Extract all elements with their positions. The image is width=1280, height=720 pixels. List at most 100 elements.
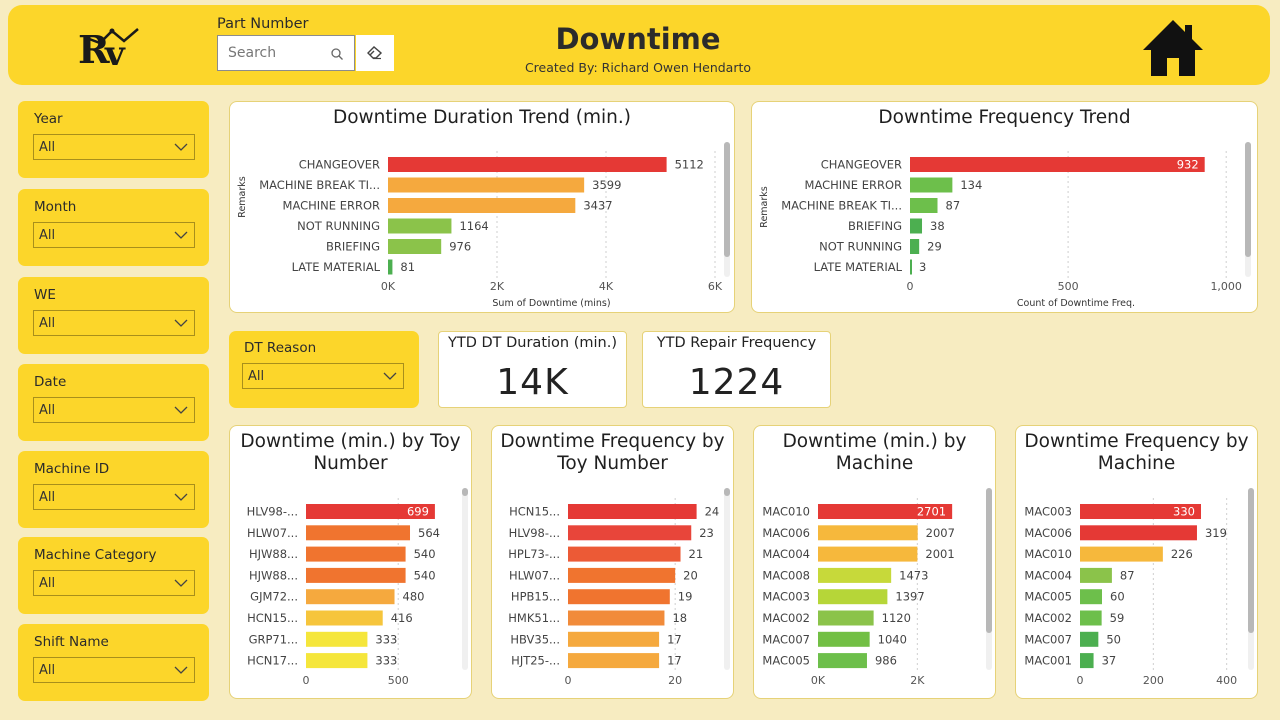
chart-duration-trend: Downtime Duration Trend (min.) 0K 2K 4K 6K C… — [229, 101, 735, 313]
category-label: LATE MATERIAL — [814, 260, 903, 274]
bar — [388, 177, 585, 193]
machine-id-dropdown[interactable]: All — [33, 484, 195, 510]
category-label: HPL73-... — [508, 547, 560, 561]
slicer-label: DT Reason — [244, 340, 317, 356]
part-number-search[interactable] — [217, 35, 355, 71]
data-label: 87 — [946, 199, 961, 213]
dropdown-value: All — [39, 316, 56, 331]
x-tick-label: 200 — [1143, 674, 1164, 687]
x-tick-label: 400 — [1216, 674, 1237, 687]
data-label: 134 — [960, 178, 982, 192]
slicer-machine-id: Machine ID All — [18, 451, 209, 528]
we-dropdown[interactable]: All — [33, 310, 195, 336]
dropdown-value: All — [39, 663, 56, 678]
bar — [818, 589, 888, 605]
data-label: 18 — [672, 611, 687, 625]
bar — [818, 631, 870, 647]
rv-logo: R v — [78, 27, 139, 73]
category-label: HLW07... — [509, 568, 560, 582]
dropdown-value: All — [39, 576, 56, 591]
slicer-we: WE All — [18, 277, 209, 354]
x-tick-label: 1,000 — [1210, 280, 1242, 293]
month-dropdown[interactable]: All — [33, 222, 195, 248]
year-dropdown[interactable]: All — [33, 134, 195, 160]
category-label: MACHINE ERROR — [283, 199, 380, 213]
data-label: 986 — [875, 654, 897, 668]
category-label: HLV98-... — [247, 505, 298, 519]
category-label: MAC007 — [1024, 632, 1072, 646]
bar — [306, 653, 368, 669]
bar — [568, 631, 660, 647]
x-axis-label: Count of Downtime Freq. — [1017, 298, 1135, 309]
data-label: 59 — [1110, 611, 1125, 625]
category-label: NOT RUNNING — [819, 240, 902, 254]
category-label: GRP71... — [249, 632, 298, 646]
scrollbar-thumb — [724, 488, 730, 496]
data-label: 17 — [667, 654, 682, 668]
machine-category-dropdown[interactable]: All — [33, 570, 195, 596]
data-label: 976 — [449, 240, 471, 254]
bar — [388, 157, 667, 172]
home-icon[interactable] — [1141, 17, 1205, 79]
clear-search-button[interactable] — [356, 35, 394, 71]
y-axis-label: Remarks — [759, 186, 770, 228]
slicer-label: Machine Category — [34, 547, 157, 563]
data-label: 24 — [705, 505, 720, 519]
data-label: 2701 — [917, 505, 946, 519]
date-dropdown[interactable]: All — [33, 397, 195, 423]
bar — [910, 259, 912, 275]
x-tick-label: 4K — [599, 280, 614, 293]
data-label: 38 — [930, 219, 945, 233]
category-label: HLV98-... — [509, 526, 560, 540]
data-label: 21 — [689, 547, 704, 561]
category-label: HLW07... — [247, 526, 298, 540]
shift-name-dropdown[interactable]: All — [33, 657, 195, 683]
data-label: 1397 — [895, 590, 924, 604]
data-label: 540 — [414, 568, 436, 582]
category-label: LATE MATERIAL — [292, 260, 381, 274]
category-label: MACHINE BREAK TI... — [259, 178, 380, 192]
data-label: 29 — [927, 240, 942, 254]
bar — [306, 546, 406, 562]
kpi-repair-frequency: YTD Repair Frequency 1224 — [642, 331, 831, 408]
slicer-shift-name: Shift Name All — [18, 624, 209, 701]
bar — [568, 589, 670, 605]
data-label: 20 — [683, 568, 698, 582]
x-tick-label: 0K — [811, 674, 826, 687]
search-icon[interactable] — [330, 47, 344, 61]
category-label: MAC010 — [762, 505, 810, 519]
bar — [910, 218, 923, 234]
bar — [1080, 589, 1102, 605]
bar — [568, 504, 697, 519]
chevron-down-icon — [174, 493, 188, 501]
slicer-year: Year All — [18, 101, 209, 178]
scrollbar-thumb — [724, 142, 730, 257]
category-label: MAC007 — [762, 632, 810, 646]
bar — [910, 177, 953, 193]
y-axis-label: Remarks — [237, 176, 248, 218]
dropdown-value: All — [248, 369, 265, 384]
chevron-down-icon — [174, 143, 188, 151]
category-label: MACHINE ERROR — [805, 178, 902, 192]
data-label: 60 — [1110, 590, 1125, 604]
category-label: MAC002 — [1024, 611, 1072, 625]
data-label: 226 — [1171, 547, 1193, 561]
chevron-down-icon — [383, 372, 397, 380]
bar — [818, 567, 892, 583]
data-label: 1164 — [459, 219, 488, 233]
x-tick-label: 6K — [708, 280, 723, 293]
slicer-label: WE — [34, 287, 56, 303]
bar — [818, 653, 867, 669]
dropdown-value: All — [39, 140, 56, 155]
slicer-dt-reason: DT Reason All — [229, 331, 419, 408]
dt-reason-dropdown[interactable]: All — [242, 363, 404, 389]
data-label: 564 — [418, 526, 440, 540]
data-label: 5112 — [675, 158, 704, 172]
bar — [568, 546, 681, 562]
data-label: 3 — [919, 260, 926, 274]
x-tick-label: 0 — [565, 674, 572, 687]
scrollbar-thumb — [986, 488, 992, 633]
bar — [1080, 610, 1102, 626]
search-input[interactable] — [228, 45, 324, 61]
category-label: HMK51... — [508, 611, 560, 625]
